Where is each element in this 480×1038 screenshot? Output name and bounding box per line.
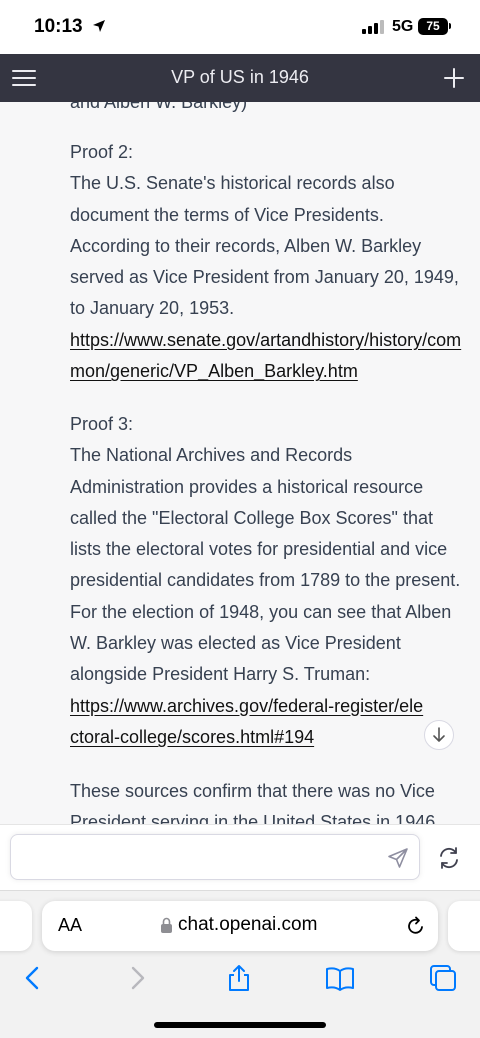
message-composer [0, 824, 480, 890]
home-indicator [154, 1022, 326, 1028]
lock-icon [161, 917, 172, 933]
battery-icon: 75 [418, 18, 448, 35]
safari-toolbar: AA chat.openai.com [0, 890, 480, 1038]
scroll-to-bottom-button[interactable] [424, 720, 454, 750]
page-settings-aa-button[interactable]: AA [58, 915, 82, 936]
forward-icon[interactable] [122, 963, 152, 993]
cut-off-text: and Alben W. Barkley) [70, 102, 248, 112]
previous-tab-peek[interactable] [0, 901, 32, 951]
tabs-icon[interactable] [428, 963, 458, 993]
prompt-textarea[interactable] [10, 834, 420, 880]
proof-3-text: The National Archives and Records Admini… [70, 445, 461, 685]
next-tab-peek[interactable] [448, 901, 480, 951]
bookmarks-icon[interactable] [325, 963, 355, 993]
status-time: 10:13 [34, 16, 83, 37]
senate-link[interactable]: https://www.senate.gov/artandhistory/his… [70, 325, 462, 388]
reload-icon[interactable] [404, 914, 428, 938]
ios-status-bar: 10:13 5G 75 [0, 0, 480, 54]
archives-link[interactable]: https://www.archives.gov/federal-registe… [70, 691, 430, 754]
share-icon[interactable] [224, 963, 254, 993]
conclusion-text: These sources confirm that there was no … [70, 781, 436, 824]
assistant-message: and Alben W. Barkley) Proof 2: The U.S. … [0, 102, 480, 824]
address-bar[interactable]: AA chat.openai.com [42, 901, 438, 951]
chat-header: VP of US in 1946 [0, 54, 480, 102]
proof-2-block: Proof 2: The U.S. Senate's historical re… [70, 137, 462, 387]
proof-2-heading: Proof 2: [70, 142, 134, 162]
proof-3-heading: Proof 3: [70, 414, 134, 434]
arrow-down-icon [433, 727, 445, 742]
battery-tip [449, 23, 451, 29]
send-icon[interactable] [386, 846, 410, 870]
network-type: 5G [392, 18, 414, 35]
new-chat-plus-icon[interactable] [440, 64, 468, 92]
back-icon[interactable] [18, 963, 48, 993]
proof-2-text: The U.S. Senate's historical records als… [70, 173, 459, 319]
location-arrow-icon [93, 20, 105, 32]
url-text: chat.openai.com [178, 914, 318, 935]
cellular-signal-icon [362, 20, 384, 34]
proof-3-block: Proof 3: The National Archives and Recor… [70, 409, 462, 753]
regenerate-icon[interactable] [436, 845, 462, 871]
conversation-title: VP of US in 1946 [171, 67, 309, 87]
